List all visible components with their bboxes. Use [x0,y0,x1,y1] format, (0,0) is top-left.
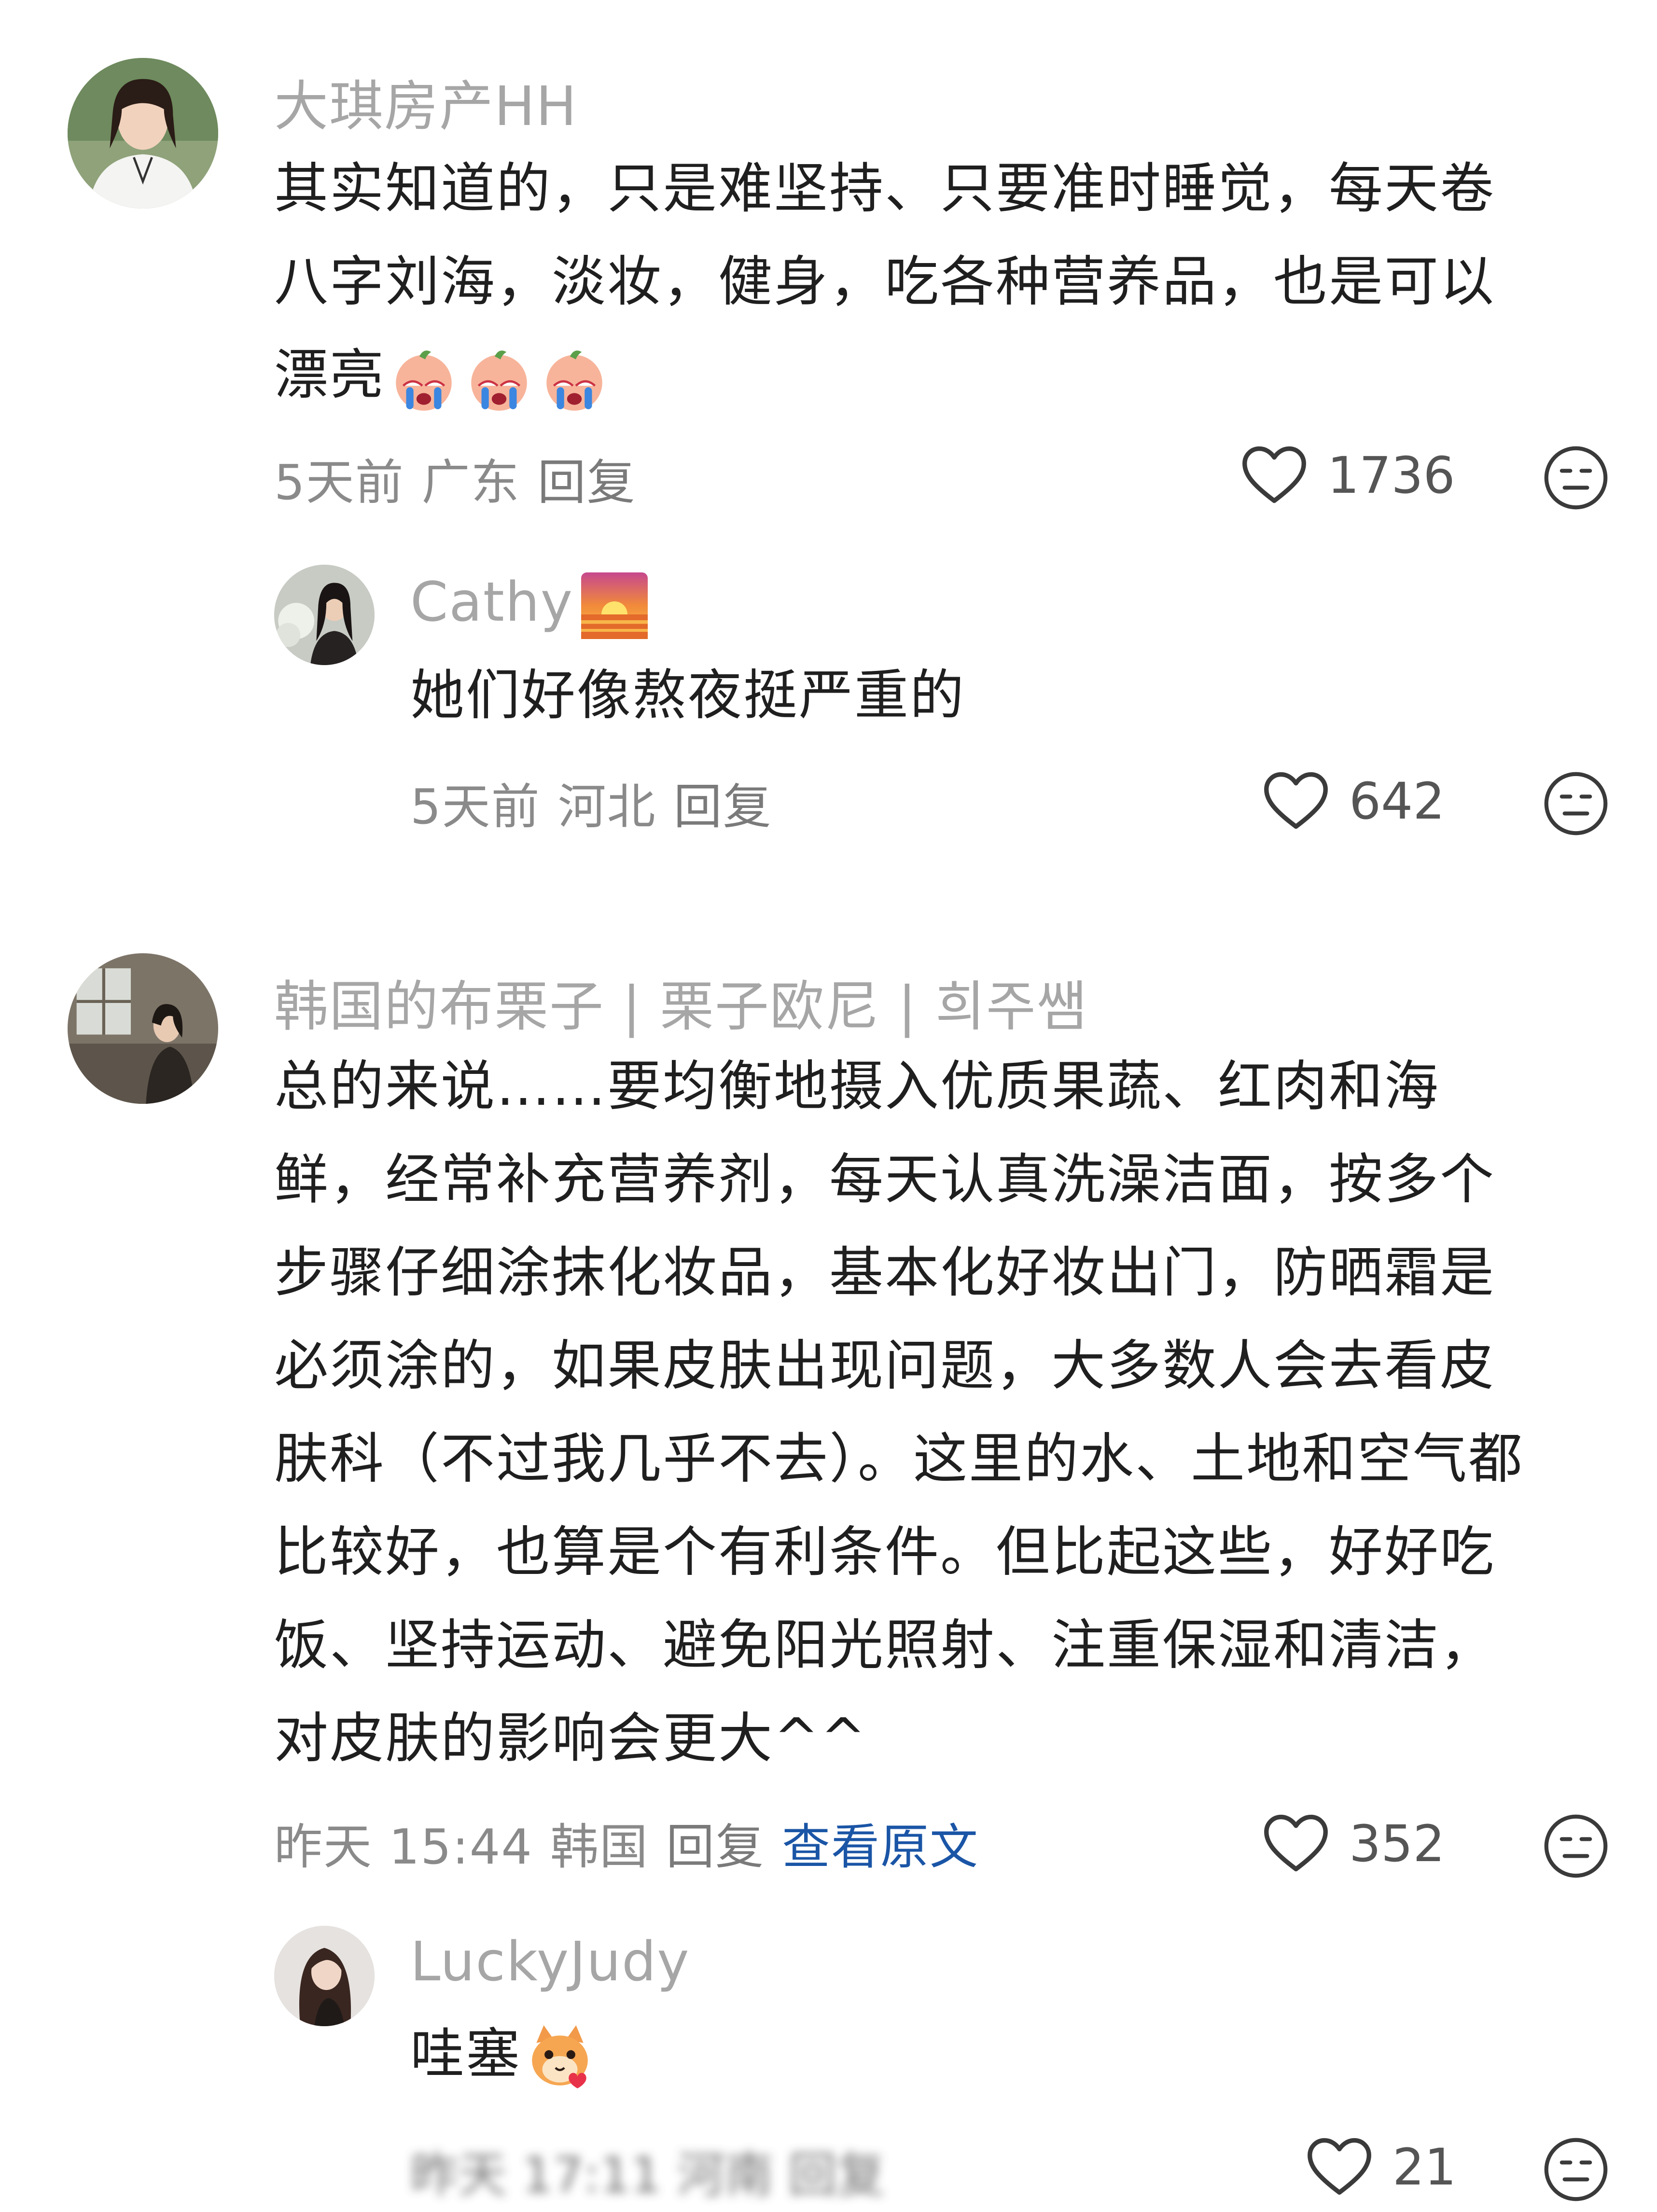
avatar[interactable] [68,58,218,209]
avatar-woman-by-window [68,953,218,1104]
avatar[interactable] [68,953,218,1104]
crying-peach-emoji [396,350,452,411]
comment-text: 其实知道的，只是难坚持、只要准时睡觉，每天卷 八字刘海，淡妆，健身，吃各种营养品… [274,142,1601,422]
like-button[interactable]: 21 [1306,2136,1456,2198]
like-button[interactable]: 1736 [1240,444,1455,507]
reply-button[interactable]: 回复 [666,1819,765,1875]
like-count: 21 [1392,2138,1457,2197]
avatar[interactable] [274,565,375,665]
comment-line: 对皮肤的影响会更大^^ [274,1707,867,1770]
comment-location: 河北 [557,779,656,835]
like-count: 642 [1349,772,1445,831]
comment-time: 昨天 15:44 [274,1819,533,1875]
comment-location: 广东 [421,454,520,511]
comment-line-text: 漂亮 [274,344,385,406]
username[interactable]: LuckyJudy [410,1931,690,1993]
avatar[interactable] [274,1926,375,2026]
neutral-face-icon[interactable] [1542,2136,1610,2203]
comment-line: 总的来说……要均衡地摄入优质果蔬、红肉和海 [274,1055,1440,1118]
comment-location: 韩国 [550,1819,649,1875]
neutral-face-icon[interactable] [1542,770,1610,837]
crying-peach-emoji [471,350,527,411]
like-count: 352 [1349,1814,1445,1873]
comment-line: 肤科（不过我几乎不去）。这里的水、土地和空气都 [274,1428,1524,1490]
comment-line: 其实知道的，只是难坚持、只要准时睡觉，每天卷 [274,157,1495,220]
username[interactable]: 大琪房产HH [274,63,577,141]
neutral-face-icon[interactable] [1542,444,1610,512]
comment-line: 饭、坚持运动、避免阳光照射、注重保湿和清洁， [274,1614,1495,1677]
sunset-emoji [581,572,648,639]
comment-meta-blurred: 昨天 17:11 河南 回复 [410,2147,885,2203]
avatar-girl-with-flowers [274,565,375,665]
like-button[interactable]: 642 [1262,770,1445,833]
comment-line: 比较好，也算是个有利条件。但比起这些，好好吃 [274,1521,1495,1584]
comment-line: 必须涂的，如果皮肤出现问题，大多数人会去看皮 [274,1335,1495,1397]
heart-outline-icon [1242,446,1306,503]
comment-line: 漂亮 [274,329,1601,422]
heart-outline-icon [1308,2138,1371,2195]
cat-heart-emoji [532,2025,588,2089]
username-text: Cathy [410,570,574,634]
comment-text: 总的来说……要均衡地摄入优质果蔬、红肉和海 鲜，经常补充营养剂，每天认真洗澡洁面… [274,1040,1616,1785]
comment-time: 5天前 [274,454,404,511]
username[interactable]: Cathy [410,570,651,642]
heart-outline-icon [1264,1814,1328,1872]
heart-outline-icon [1264,772,1328,829]
comment-meta: 5天前 河北 回复 [410,767,790,837]
like-button[interactable]: 352 [1262,1812,1445,1875]
reply-button[interactable]: 回复 [538,454,636,511]
avatar-woman-white-shirt [68,58,218,209]
crying-peach-emoji [546,350,602,411]
reply-button[interactable]: 回复 [674,779,772,835]
neutral-face-icon[interactable] [1542,1812,1610,1880]
reply-text: 哇塞 [410,2008,597,2101]
reply-text-content: 哇塞 [410,2023,521,2086]
view-original-link[interactable]: 查看原文 [782,1819,979,1875]
reply-text: 她们好像熬夜挺严重的 [410,664,965,727]
comment-line: 鲜，经常补充营养剂，每天认真洗澡洁面，按多个 [274,1148,1495,1211]
comment-line: 八字刘海，淡妆，健身，吃各种营养品，也是可以 [274,250,1495,313]
comment-time: 5天前 [410,779,541,835]
comment-meta: 5天前 广东 回复 [274,443,654,513]
comment-line: 步骤仔细涂抹化妆品，基本化好妆出门，防晒霜是 [274,1241,1495,1304]
username[interactable]: 韩国的布栗子 | 栗子欧尼 | 희주쌤 [274,963,1087,1041]
avatar-woman-long-hair [274,1926,375,2026]
comment-meta: 昨天 15:44 韩国 回复 查看原文 [274,1808,996,1878]
like-count: 1736 [1327,446,1455,505]
